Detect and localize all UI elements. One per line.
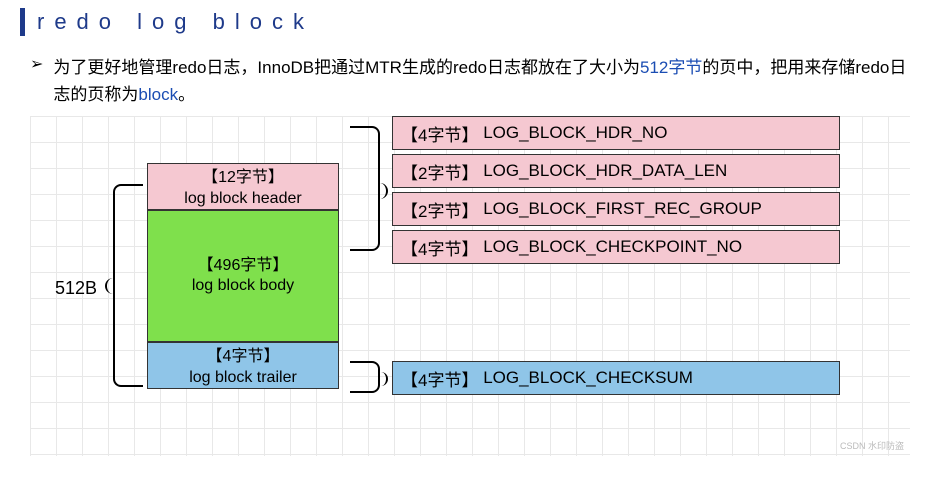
log-block-body: 【496字节】 log block body (147, 210, 339, 342)
bullet-icon: ➢ (30, 54, 43, 74)
trailer-name: log block trailer (150, 368, 336, 389)
label-512b: 512B (55, 278, 97, 299)
title-bar: redo log block (0, 0, 939, 44)
header-fields: 【4字节】 LOG_BLOCK_HDR_NO 【2字节】 LOG_BLOCK_H… (392, 116, 840, 268)
field-first-rec-group: 【2字节】 LOG_BLOCK_FIRST_REC_GROUP (392, 192, 840, 226)
field-hdr-no: 【4字节】 LOG_BLOCK_HDR_NO (392, 116, 840, 150)
desc-kw-512: 512字节 (640, 58, 702, 77)
field-checkpoint-no: 【4字节】 LOG_BLOCK_CHECKPOINT_NO (392, 230, 840, 264)
left-brace (113, 184, 143, 387)
desc-kw-block: block (138, 85, 178, 104)
f0-size: 【4字节】 (401, 121, 478, 146)
description-line: ➢ 为了更好地管理redo日志，InnoDB把通过MTR生成的redo日志都放在… (30, 54, 909, 108)
f3-name: LOG_BLOCK_CHECKPOINT_NO (483, 237, 742, 257)
field-hdr-data-len: 【2字节】 LOG_BLOCK_HDR_DATA_LEN (392, 154, 840, 188)
desc-t5: 。 (178, 85, 195, 104)
watermark: CSDN 水印防盗 (840, 439, 904, 452)
desc-t1: 为了更好地管理redo日志，InnoDB把通过MTR生成的redo日志都放在了大… (53, 58, 640, 77)
body-name: log block body (150, 276, 336, 297)
right-brace-trailer (350, 361, 380, 393)
f1-name: LOG_BLOCK_HDR_DATA_LEN (483, 161, 727, 181)
f2-size: 【2字节】 (401, 197, 478, 222)
content-area: ➢ 为了更好地管理redo日志，InnoDB把通过MTR生成的redo日志都放在… (0, 44, 939, 456)
log-block-header: 【12字节】 log block header (147, 163, 339, 210)
body-size: 【496字节】 (150, 256, 336, 277)
cksum-size: 【4字节】 (401, 366, 478, 391)
log-block-trailer: 【4字节】 log block trailer (147, 342, 339, 389)
header-name: log block header (150, 189, 336, 210)
cksum-name: LOG_BLOCK_CHECKSUM (483, 368, 693, 388)
trailer-size: 【4字节】 (150, 347, 336, 368)
page-title: redo log block (37, 9, 314, 35)
right-brace-header (350, 126, 380, 251)
f2-name: LOG_BLOCK_FIRST_REC_GROUP (483, 199, 762, 219)
field-checksum: 【4字节】 LOG_BLOCK_CHECKSUM (392, 361, 840, 395)
header-size: 【12字节】 (150, 168, 336, 189)
title-accent-bar (20, 8, 25, 36)
f1-size: 【2字节】 (401, 159, 478, 184)
f3-size: 【4字节】 (401, 235, 478, 260)
description-text: 为了更好地管理redo日志，InnoDB把通过MTR生成的redo日志都放在了大… (53, 54, 909, 108)
diagram: 512B 【12字节】 log block header 【496字节】 log… (30, 116, 910, 456)
block-stack: 【12字节】 log block header 【496字节】 log bloc… (147, 163, 339, 389)
f0-name: LOG_BLOCK_HDR_NO (483, 123, 667, 143)
